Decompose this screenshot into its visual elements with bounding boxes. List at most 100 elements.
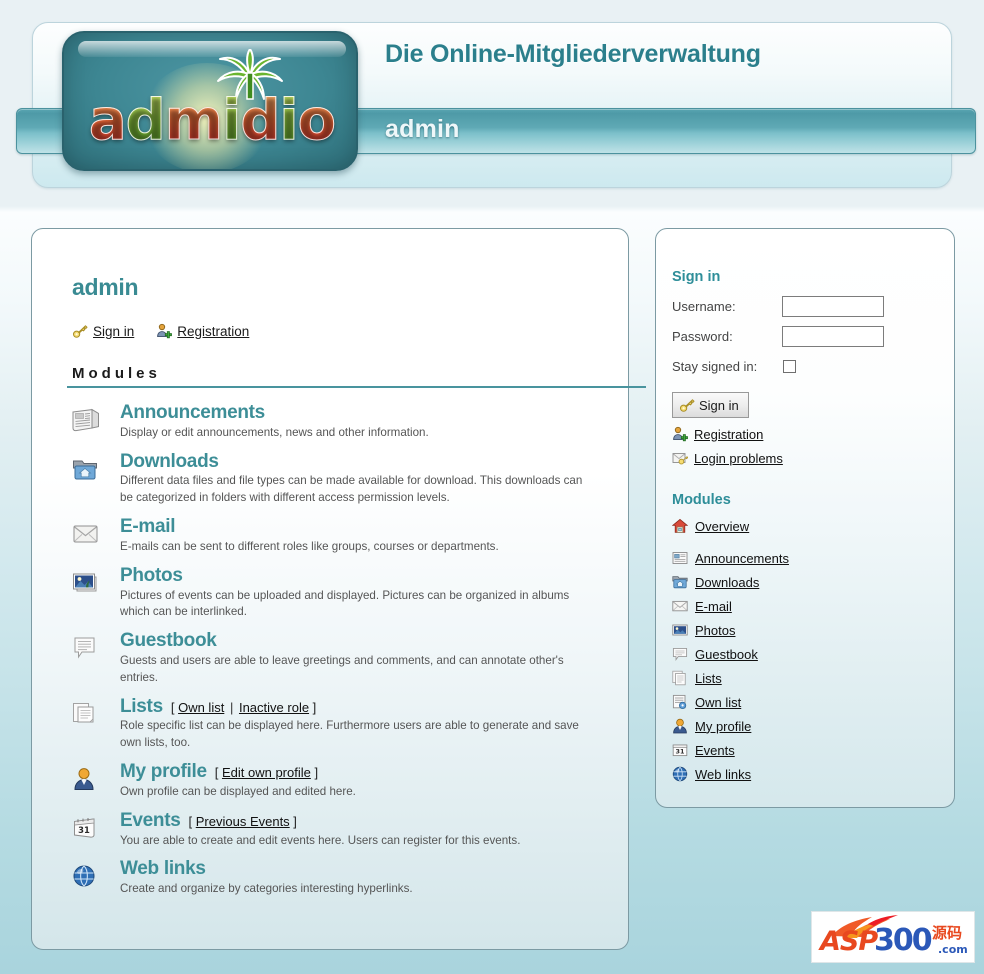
- sidebar-item-label[interactable]: My profile: [695, 719, 751, 734]
- sidebar-item-photos[interactable]: Photos: [672, 622, 942, 638]
- module-title[interactable]: Lists: [120, 696, 163, 718]
- module-title[interactable]: Downloads: [120, 451, 219, 473]
- sidebar-item-label[interactable]: Downloads: [695, 575, 759, 590]
- email-icon: [72, 516, 112, 546]
- password-label: Password:: [672, 329, 733, 344]
- module-extra-links: [ Own list | Inactive role ]: [170, 699, 317, 715]
- sidebar-item-label[interactable]: Announcements: [695, 551, 789, 566]
- key-icon: [679, 397, 695, 413]
- sidebar-item-own-list[interactable]: Own list: [672, 694, 942, 710]
- guestbook-icon: [672, 646, 688, 662]
- module-events[interactable]: 31 Events [ Previous Events ] You are ab…: [72, 810, 592, 850]
- mail-key-icon: [672, 450, 688, 466]
- module-title[interactable]: Events: [120, 810, 181, 832]
- module-extra-links: [ Edit own profile ]: [214, 765, 319, 781]
- sidebar-item-lists[interactable]: Lists: [672, 670, 942, 686]
- module-extra-link[interactable]: Previous Events: [196, 814, 290, 829]
- admidio-logo[interactable]: admidio: [62, 31, 358, 171]
- site-slogan: Die Online-Mitgliederverwaltung: [385, 40, 761, 68]
- module-extra-link[interactable]: Edit own profile: [222, 765, 311, 780]
- profile-icon: [72, 761, 112, 791]
- user-add-icon: [156, 323, 173, 339]
- sidebar-item-overview[interactable]: Overview: [672, 518, 942, 534]
- module-announcements[interactable]: Announcements Display or edit announceme…: [72, 402, 592, 442]
- stay-signed-in-row: Stay signed in:: [672, 355, 942, 378]
- sidebar-modules-heading: Modules: [672, 492, 731, 508]
- downloads-icon: [672, 574, 688, 590]
- separator: |: [229, 699, 234, 715]
- organization-name: admin: [385, 115, 460, 143]
- password-input[interactable]: [782, 326, 884, 347]
- module-description: Create and organize by categories intere…: [120, 882, 413, 896]
- top-link-sign-in[interactable]: Sign in: [72, 323, 134, 339]
- announcements-icon: [72, 402, 112, 432]
- sidebar-item-announcements[interactable]: Announcements: [672, 550, 942, 566]
- module-description: Display or edit announcements, news and …: [120, 425, 429, 439]
- home-icon: [672, 518, 688, 534]
- sign-in-button-label: Sign in: [699, 397, 739, 413]
- photos-icon: [672, 622, 688, 638]
- sidebar-item-email[interactable]: E-mail: [672, 598, 942, 614]
- logo-wordmark: admidio: [88, 88, 336, 153]
- sidebar-link-label[interactable]: Login problems: [694, 451, 783, 466]
- lists-icon: [72, 696, 112, 726]
- module-title[interactable]: E-mail: [120, 516, 176, 538]
- module-description: Different data files and file types can …: [120, 474, 583, 505]
- asp300-watermark: ASP 300 源码 .com: [811, 911, 975, 963]
- modules-section-heading: Modules: [67, 365, 646, 388]
- module-title[interactable]: Web links: [120, 858, 206, 880]
- sidebar-item-label[interactable]: Lists: [695, 671, 722, 686]
- sign-in-button[interactable]: Sign in: [672, 392, 749, 418]
- stay-signed-in-checkbox[interactable]: [783, 360, 796, 373]
- announcements-icon: [672, 550, 688, 566]
- events-icon: 31: [72, 810, 112, 840]
- module-title[interactable]: Guestbook: [120, 630, 217, 652]
- module-title[interactable]: Photos: [120, 565, 183, 587]
- module-photos[interactable]: Photos Pictures of events can be uploade…: [72, 565, 592, 621]
- sidebar-item-label[interactable]: Photos: [695, 623, 735, 638]
- module-description: Pictures of events can be uploaded and d…: [120, 588, 570, 619]
- username-input[interactable]: [782, 296, 884, 317]
- own-list-icon: [672, 694, 688, 710]
- sidebar-link-registration[interactable]: Registration: [672, 426, 942, 442]
- module-title[interactable]: My profile: [120, 761, 207, 783]
- password-row: Password:: [672, 325, 942, 348]
- sidebar-link-login-problems[interactable]: Login problems: [672, 450, 942, 466]
- sidebar-item-guestbook[interactable]: Guestbook: [672, 646, 942, 662]
- module-extra-link[interactable]: Inactive role: [239, 700, 309, 715]
- module-guestbook[interactable]: Guestbook Guests and users are able to l…: [72, 630, 592, 686]
- module-description: Guests and users are able to leave greet…: [120, 654, 564, 684]
- sidebar-item-my-profile[interactable]: My profile: [672, 718, 942, 734]
- sidebar-item-label[interactable]: Overview: [695, 519, 749, 534]
- module-extra-links: [ Previous Events ]: [188, 813, 297, 829]
- top-link-registration-label[interactable]: Registration: [177, 324, 249, 339]
- module-my-profile[interactable]: My profile [ Edit own profile ] Own prof…: [72, 761, 592, 801]
- email-icon: [672, 598, 688, 614]
- top-link-sign-in-label[interactable]: Sign in: [93, 324, 134, 339]
- photos-icon: [72, 565, 112, 595]
- module-extra-link[interactable]: Own list: [178, 700, 224, 715]
- profile-icon: [672, 718, 688, 734]
- top-link-registration[interactable]: Registration: [156, 323, 249, 339]
- sidebar-item-web-links[interactable]: Web links: [672, 766, 942, 782]
- sidebar-link-label[interactable]: Registration: [694, 427, 763, 442]
- module-email[interactable]: E-mail E-mails can be sent to different …: [72, 516, 592, 556]
- username-row: Username:: [672, 295, 942, 318]
- module-web-links[interactable]: Web links Create and organize by categor…: [72, 858, 592, 898]
- sidebar-item-downloads[interactable]: Downloads: [672, 574, 942, 590]
- sidebar-item-label[interactable]: Own list: [695, 695, 741, 710]
- sidebar-item-label[interactable]: Web links: [695, 767, 751, 782]
- username-label: Username:: [672, 299, 736, 314]
- module-title[interactable]: Announcements: [120, 402, 265, 424]
- user-add-icon: [672, 426, 688, 442]
- module-lists[interactable]: Lists [ Own list | Inactive role ] Role …: [72, 696, 592, 752]
- lists-icon: [672, 670, 688, 686]
- module-downloads[interactable]: Downloads Different data files and file …: [72, 451, 592, 507]
- module-description: You are able to create and edit events h…: [120, 833, 521, 847]
- sidebar-item-label[interactable]: Guestbook: [695, 647, 758, 662]
- key-icon: [72, 323, 88, 339]
- page-title: admin: [72, 274, 139, 300]
- sidebar-item-events[interactable]: 31 Events: [672, 742, 942, 758]
- sidebar-item-label[interactable]: Events: [695, 743, 735, 758]
- sidebar-item-label[interactable]: E-mail: [695, 599, 732, 614]
